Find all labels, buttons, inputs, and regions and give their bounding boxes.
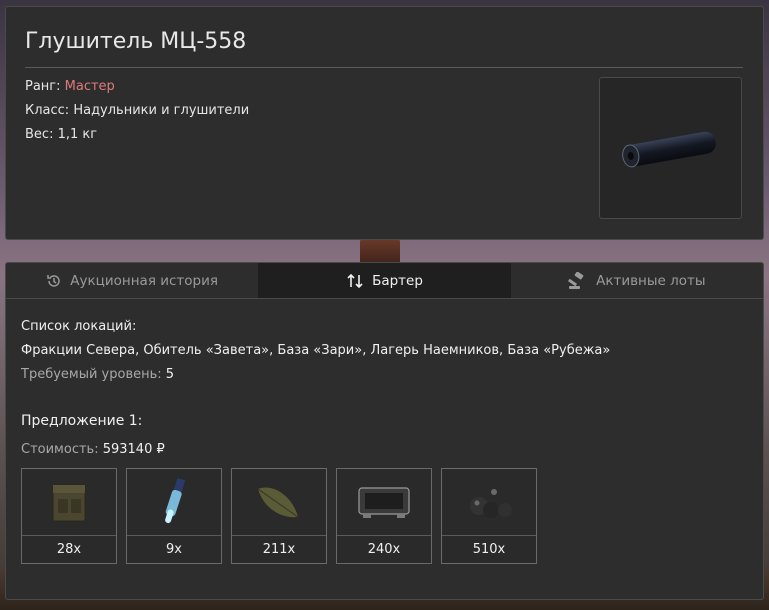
barter-item[interactable]: 510x <box>441 468 537 564</box>
level-label: Требуемый уровень: <box>21 367 162 382</box>
barter-item-qty: 28x <box>56 542 82 557</box>
barter-item[interactable]: 240x <box>336 468 432 564</box>
rank-label: Ранг: <box>25 79 61 94</box>
glowing-vial-icon <box>165 477 186 524</box>
item-image <box>599 77 742 219</box>
barter-item-qty: 9x <box>166 542 182 557</box>
tab-barter[interactable]: Бартер <box>258 263 511 298</box>
item-info-panel: Глушитель МЦ-558 Ранг: Мастер Класс: Над… <box>5 6 764 240</box>
offer-title: Предложение 1: <box>21 413 143 429</box>
details-panel: Аукционная история Бартер Активные лоты … <box>5 262 764 600</box>
barter-item-qty: 510x <box>472 542 506 557</box>
history-icon <box>47 274 60 287</box>
title-divider <box>25 67 743 68</box>
dark-spheres-icon <box>470 485 512 518</box>
tab-barter-label: Бартер <box>372 272 423 289</box>
locations-label: Список локаций: <box>21 319 137 334</box>
barter-item[interactable]: 28x <box>21 468 117 564</box>
ammo-box-icon <box>52 484 86 522</box>
tab-bar: Аукционная история Бартер Активные лоты <box>6 263 763 299</box>
tab-active-lots-label: Активные лоты <box>596 272 706 289</box>
level-row: Требуемый уровень: 5 <box>21 367 174 382</box>
barter-item[interactable]: 211x <box>231 468 327 564</box>
item-title: Глушитель МЦ-558 <box>25 29 247 54</box>
rank-value: Мастер <box>64 79 115 94</box>
class-label: Класс: <box>25 103 70 118</box>
barter-item[interactable]: 9x <box>126 468 222 564</box>
class-value: Надульники и глушители <box>73 103 250 118</box>
cost-value: 593140 ₽ <box>102 442 165 457</box>
level-value: 5 <box>165 367 175 382</box>
cost-row: Стоимость: 593140 ₽ <box>21 442 165 457</box>
tab-auction-history-label: Аукционная история <box>70 272 219 289</box>
class-row: Класс: Надульники и глушители <box>25 103 249 118</box>
rank-row: Ранг: Мастер <box>25 79 115 94</box>
swap-arrows-icon <box>347 273 363 288</box>
silencer-icon <box>622 131 716 168</box>
gavel-icon <box>568 271 584 289</box>
leaf-icon <box>257 487 299 518</box>
barter-item-qty: 240x <box>367 542 401 557</box>
barter-item-qty: 211x <box>262 542 296 557</box>
weight-label: Вес: <box>25 127 54 142</box>
weight-value: 1,1 кг <box>57 127 98 142</box>
device-case-icon <box>358 487 410 518</box>
cost-label: Стоимость: <box>21 442 99 457</box>
barter-items: 28x 9x 211x 240x 510x <box>21 468 537 564</box>
weight-row: Вес: 1,1 кг <box>25 127 97 142</box>
locations-value: Фракции Севера, Обитель «Завета», База «… <box>21 343 611 358</box>
tab-auction-history[interactable]: Аукционная история <box>6 263 258 298</box>
tab-active-lots[interactable]: Активные лоты <box>511 263 763 298</box>
